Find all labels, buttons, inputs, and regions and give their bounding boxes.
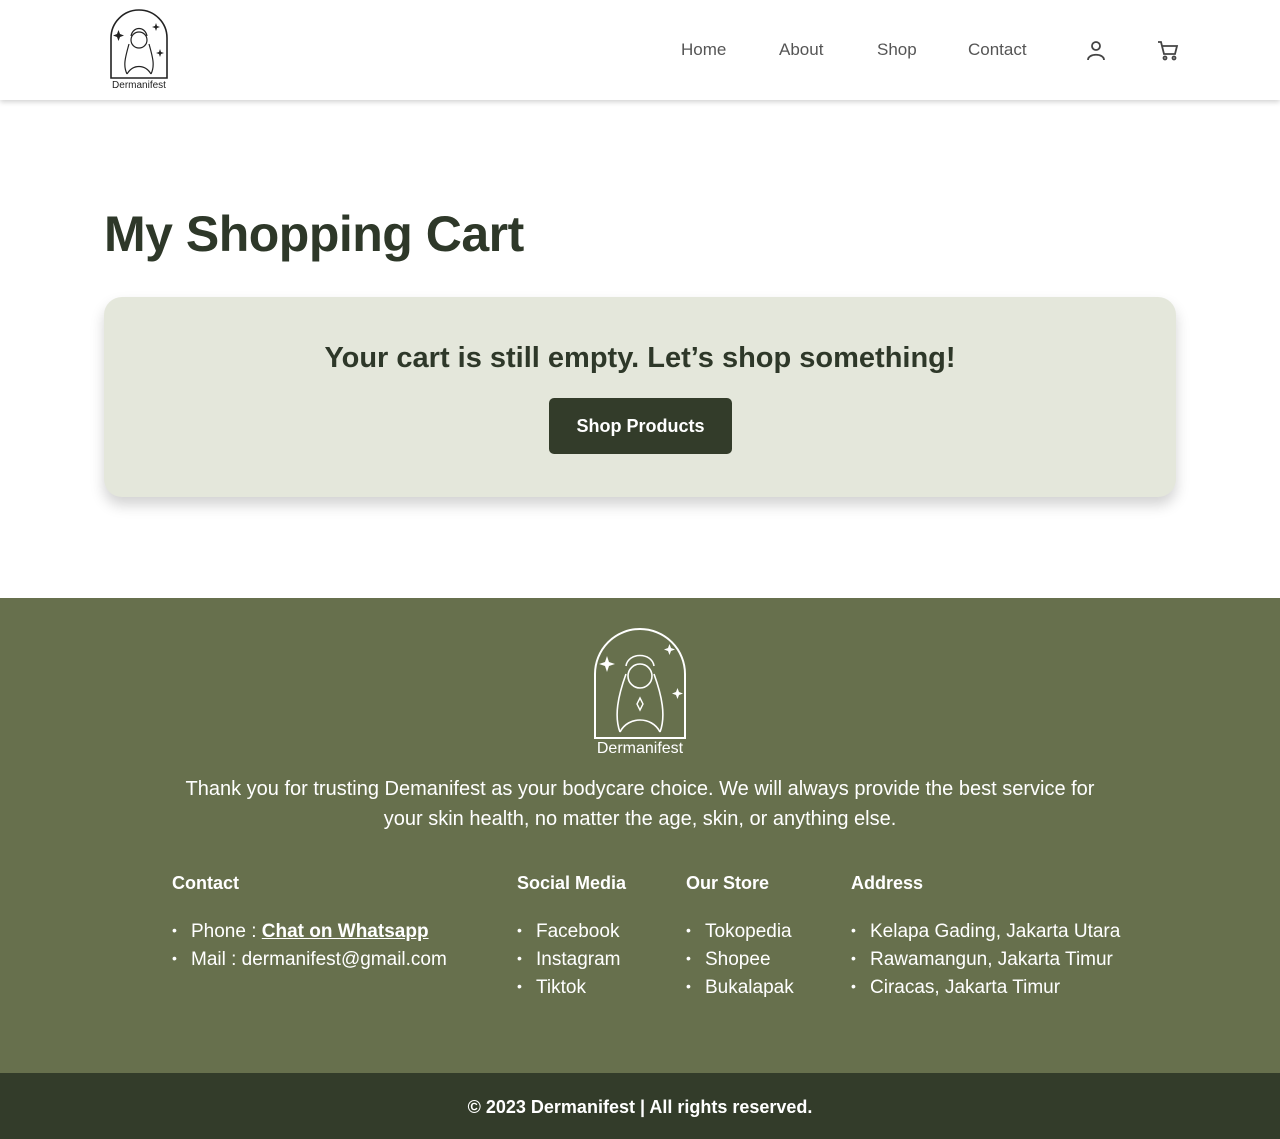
store-link-shopee[interactable]: Shopee	[686, 945, 794, 973]
list-item: Mail : dermanifest@gmail.com	[172, 945, 447, 973]
footer-logo: Dermanifest	[590, 626, 690, 758]
nav-about[interactable]: About	[779, 40, 823, 60]
footer-social: Social Media Facebook Instagram Tiktok	[517, 873, 626, 1001]
copyright-bar: © 2023 Dermanifest | All rights reserved…	[0, 1073, 1280, 1139]
footer-tagline: Thank you for trusting Demanifest as you…	[185, 778, 1095, 830]
whatsapp-link[interactable]: Chat on Whatsapp	[262, 921, 429, 942]
nav-home[interactable]: Home	[681, 40, 726, 60]
footer-store: Our Store Tokopedia Shopee Bukalapak	[686, 873, 794, 1001]
nav-contact[interactable]: Contact	[968, 40, 1027, 60]
user-icon[interactable]	[1084, 38, 1108, 62]
store-heading: Our Store	[686, 873, 770, 893]
social-link-instagram[interactable]: Instagram	[517, 945, 626, 973]
cart-icon[interactable]	[1156, 38, 1180, 62]
contact-heading: Contact	[172, 873, 239, 893]
social-link-facebook[interactable]: Facebook	[517, 917, 626, 945]
nav-shop[interactable]: Shop	[877, 40, 917, 60]
list-item: Kelapa Gading, Jakarta Utara	[851, 917, 1120, 945]
list-item: Phone : Chat on Whatsapp	[172, 917, 447, 945]
social-heading: Social Media	[517, 873, 627, 893]
store-link-bukalapak[interactable]: Bukalapak	[686, 973, 794, 1001]
brand-name: Dermanifest	[112, 80, 166, 91]
page-title: My Shopping Cart	[104, 206, 524, 262]
footer: Dermanifest Thank you for trusting Deman…	[0, 598, 1280, 1073]
shop-products-button[interactable]: Shop Products	[549, 398, 732, 454]
navbar: Dermanifest Home About Shop Contact	[0, 0, 1280, 100]
footer-brand-name: Dermanifest	[596, 740, 684, 757]
woman-portrait-icon	[110, 9, 168, 79]
store-link-tokopedia[interactable]: Tokopedia	[686, 917, 794, 945]
footer-address: Address Kelapa Gading, Jakarta Utara Raw…	[851, 873, 1120, 1001]
social-link-tiktok[interactable]: Tiktok	[517, 973, 626, 1001]
footer-contact: Contact Phone : Chat on Whatsapp Mail : …	[172, 873, 447, 973]
list-item: Ciracas, Jakarta Timur	[851, 973, 1120, 1001]
brand-logo[interactable]: Dermanifest	[107, 8, 171, 94]
woman-portrait-icon	[594, 628, 686, 739]
copyright-text: © 2023 Dermanifest | All rights reserved…	[467, 1097, 813, 1117]
empty-cart-card: Your cart is still empty. Let’s shop som…	[104, 297, 1176, 497]
empty-cart-message: Your cart is still empty. Let’s shop som…	[324, 342, 956, 374]
address-heading: Address	[851, 873, 924, 893]
list-item: Rawamangun, Jakarta Timur	[851, 945, 1120, 973]
